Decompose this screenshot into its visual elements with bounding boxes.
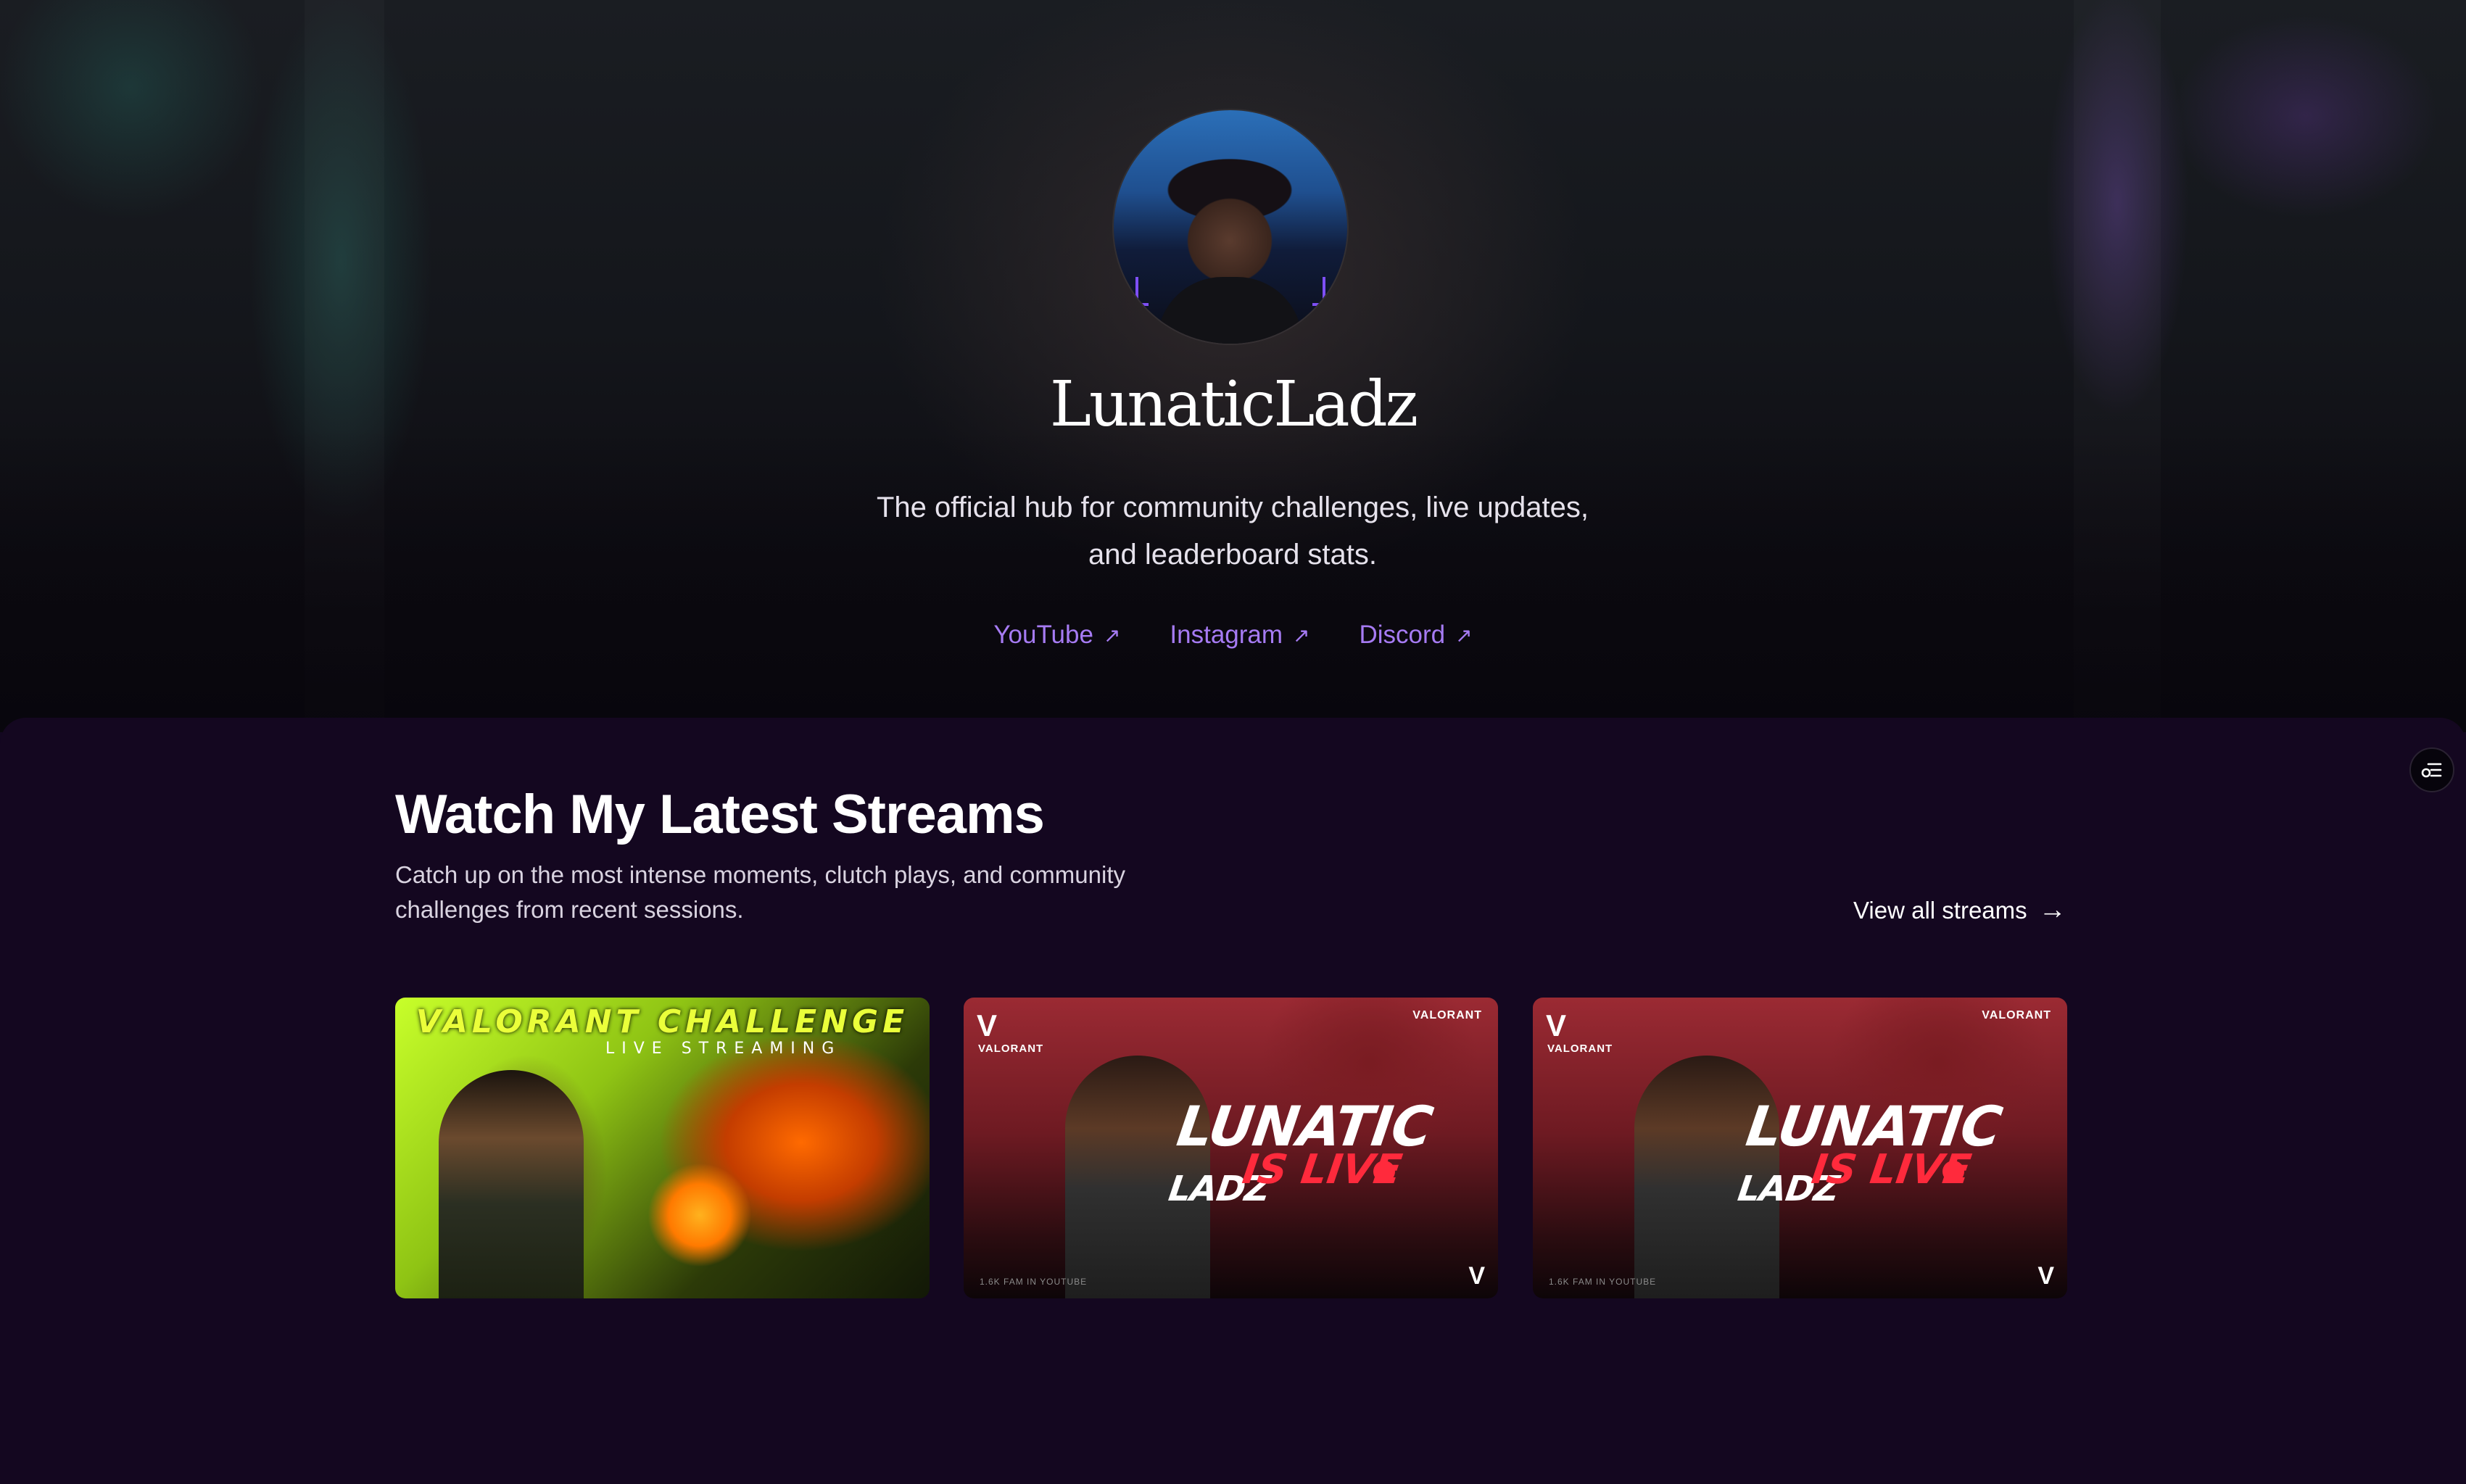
thumbnail-brand: VALORANT xyxy=(1412,1009,1482,1021)
youtube-link[interactable]: YouTube ↗ xyxy=(993,621,1120,650)
subtitle-line: challenges from recent sessions. xyxy=(395,896,744,923)
stream-card[interactable]: V VALORANT VALORANT LUNATIC LADZ IS LIVE… xyxy=(964,998,1498,1298)
valorant-logo-icon: V xyxy=(2037,1262,2054,1290)
thumbnail-heading: VALORANT CHALLENGE xyxy=(415,1003,909,1040)
tagline-line: and leaderboard stats. xyxy=(1088,539,1378,571)
thumbnail-footer: 1.6K FAM IN YOUTUBE xyxy=(980,1277,1088,1287)
avatar-figure xyxy=(1157,277,1302,344)
profile-tagline: The official hub for community challenge… xyxy=(834,484,1631,579)
view-all-streams-link[interactable]: View all streams → xyxy=(1853,895,2066,926)
profile-name: LunaticLadz xyxy=(1049,368,1418,441)
stream-cards: VALORANT CHALLENGE LIVE STREAMING V VALO… xyxy=(395,998,2067,1298)
section-subtitle: Catch up on the most intense moments, cl… xyxy=(395,858,1215,927)
live-dot-icon xyxy=(1373,1161,1395,1182)
valorant-logo-icon: V xyxy=(1546,1008,1567,1042)
instagram-link-label: Instagram xyxy=(1170,621,1283,649)
thumbnail-subheading: LIVE STREAMING xyxy=(605,1040,842,1058)
valorant-logo-icon: V xyxy=(1468,1262,1485,1290)
section-title: Watch My Latest Streams xyxy=(395,784,1045,845)
subtitle-line: Catch up on the most intense moments, cl… xyxy=(395,861,1125,888)
external-arrow-icon: ↗ xyxy=(1293,623,1310,647)
tagline-line: The official hub for community challenge… xyxy=(876,492,1589,523)
stream-card[interactable]: VALORANT CHALLENGE LIVE STREAMING xyxy=(395,998,930,1298)
social-links: YouTube ↗ Instagram ↗ Discord ↗ xyxy=(0,621,2466,650)
neon-decoration xyxy=(1312,277,1325,306)
instagram-link[interactable]: Instagram ↗ xyxy=(1170,621,1309,650)
external-arrow-icon: ↗ xyxy=(1103,623,1121,647)
thumbnail-brand: VALORANT xyxy=(1982,1009,2051,1021)
hero-fade xyxy=(0,428,2466,732)
thumbnail-brand: VALORANT xyxy=(1547,1042,1613,1055)
youtube-link-label: YouTube xyxy=(993,621,1093,649)
thumbnail-brand: VALORANT xyxy=(978,1042,1044,1055)
stream-card[interactable]: V VALORANT VALORANT LUNATIC LADZ IS LIVE… xyxy=(1533,998,2067,1298)
external-arrow-icon: ↗ xyxy=(1455,623,1473,647)
hero-banner: LunaticLadz The official hub for communi… xyxy=(0,0,2466,732)
arrow-right-icon: → xyxy=(2038,895,2066,925)
neon-decoration xyxy=(1135,277,1149,306)
filter-settings-icon xyxy=(2421,763,2442,778)
profile-avatar xyxy=(1114,110,1347,344)
live-dot-icon xyxy=(1942,1161,1964,1182)
view-all-label: View all streams xyxy=(1853,896,2027,924)
filter-settings-button[interactable] xyxy=(2409,747,2454,792)
discord-link[interactable]: Discord ↗ xyxy=(1360,621,1473,650)
valorant-logo-icon: V xyxy=(977,1008,998,1042)
streamer-figure xyxy=(439,1070,584,1298)
discord-link-label: Discord xyxy=(1359,621,1446,649)
thumbnail-footer: 1.6K FAM IN YOUTUBE xyxy=(1549,1277,1657,1287)
